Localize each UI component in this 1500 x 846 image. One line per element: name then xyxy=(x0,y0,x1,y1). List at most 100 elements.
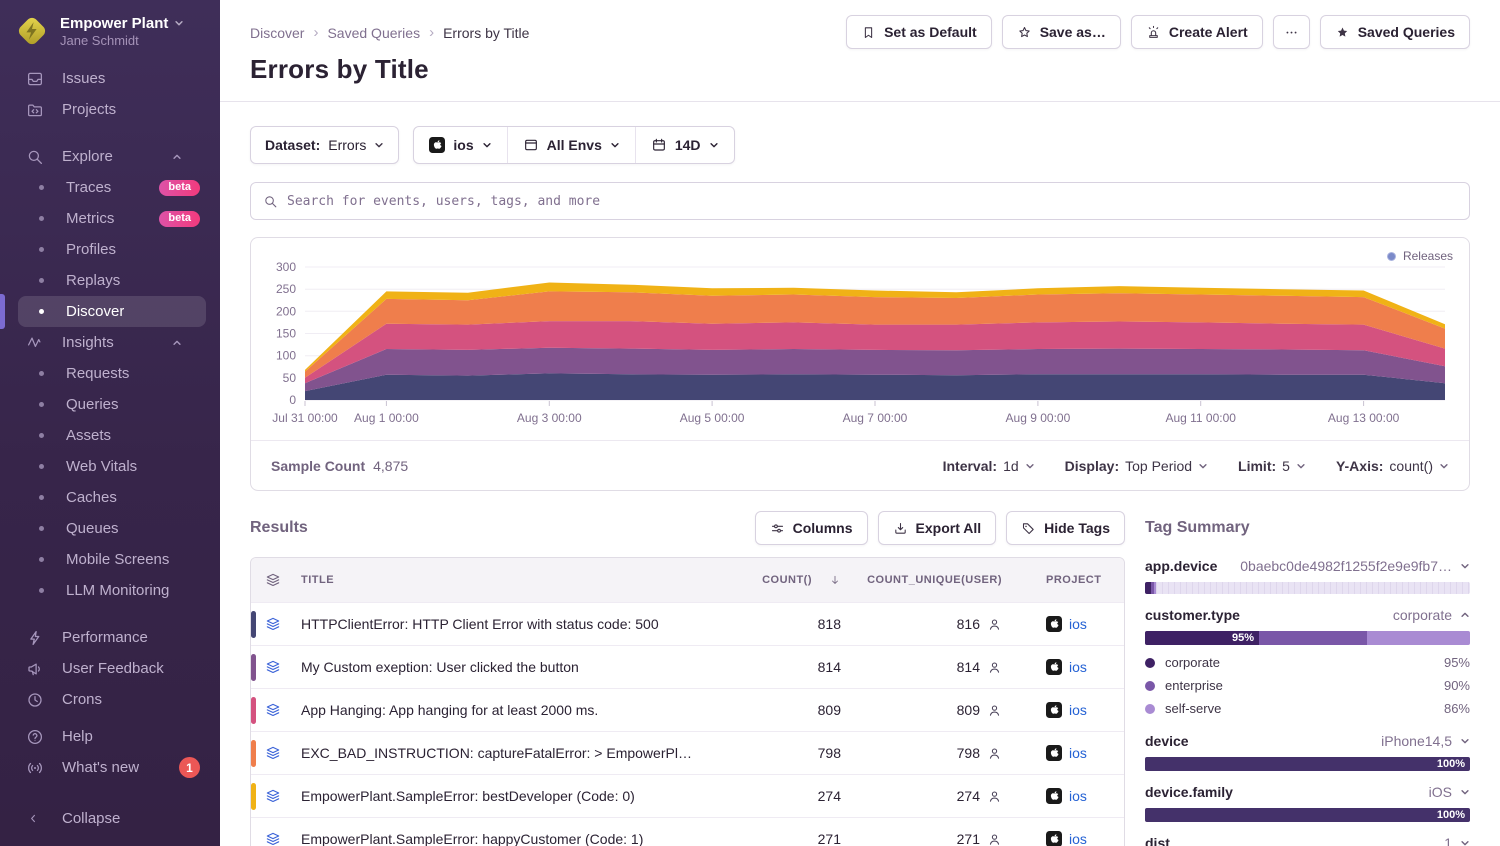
tag-sections: app.device0baebc0de4982f1255f2e9e9fb7… cu… xyxy=(1145,557,1470,846)
row-title[interactable]: EmpowerPlant.SampleError: happyCustomer … xyxy=(295,831,719,846)
tag-section-toggle[interactable]: customer.typecorporate xyxy=(1145,606,1470,624)
row-project-link[interactable]: ios xyxy=(1014,788,1124,804)
more-options-button[interactable] xyxy=(1273,15,1310,49)
column-header-project[interactable]: PROJECT xyxy=(1014,574,1124,586)
tag-section-customer-type: customer.typecorporate 95% corporate95%ent… xyxy=(1145,606,1470,720)
breadcrumb-item[interactable]: Saved Queries xyxy=(327,25,420,41)
chevron-down-icon xyxy=(1296,461,1306,471)
sidebar-item-metrics[interactable]: Metricsbeta xyxy=(18,203,206,234)
row-title[interactable]: EXC_BAD_INSTRUCTION: captureFatalError: … xyxy=(295,745,719,761)
sidebar-item-help[interactable]: Help xyxy=(18,721,206,752)
layers-icon[interactable] xyxy=(265,659,281,675)
save-as-button[interactable]: Save as… xyxy=(1002,15,1121,49)
sidebar-item-replays[interactable]: Replays xyxy=(18,265,206,296)
chevron-down-icon xyxy=(1025,461,1035,471)
tag-distribution-bar[interactable]: 100% xyxy=(1145,757,1470,771)
row-title[interactable]: App Hanging: App hanging for at least 20… xyxy=(295,702,719,718)
stacked-area-chart[interactable]: 050100150200250300Jul 31 00:00Aug 1 00:0… xyxy=(251,244,1469,440)
tag-distribution-bar[interactable]: 100% xyxy=(1145,808,1470,822)
row-count: 271 xyxy=(719,831,849,846)
sidebar-item-assets[interactable]: Assets xyxy=(18,420,206,451)
row-project-link[interactable]: ios xyxy=(1014,659,1124,675)
layers-icon[interactable] xyxy=(265,788,281,804)
sidebar-item-requests[interactable]: Requests xyxy=(18,358,206,389)
interval-select[interactable]: Interval: 1d xyxy=(943,458,1035,474)
sidebar-section-explore[interactable]: Explore xyxy=(18,141,206,172)
sidebar-item-caches[interactable]: Caches xyxy=(18,482,206,513)
sidebar-item-user-feedback[interactable]: User Feedback xyxy=(18,653,206,684)
saved-queries-button[interactable]: Saved Queries xyxy=(1320,15,1470,49)
sidebar-item-mobile-screens[interactable]: Mobile Screens xyxy=(18,544,206,575)
export-all-button[interactable]: Export All xyxy=(878,511,997,545)
sidebar-item-web-vitals[interactable]: Web Vitals xyxy=(18,451,206,482)
layers-icon[interactable] xyxy=(265,831,281,846)
sidebar-item-crons[interactable]: Crons xyxy=(18,684,206,715)
page-title: Errors by Title xyxy=(250,54,1470,85)
sidebar-section-insights[interactable]: Insights xyxy=(18,327,206,358)
display-select[interactable]: Display: Top Period xyxy=(1065,458,1208,474)
layers-icon[interactable] xyxy=(265,616,281,632)
tag-bar-segment: 95% xyxy=(1145,631,1259,645)
set-as-default-button[interactable]: Set as Default xyxy=(846,15,992,49)
user-icon xyxy=(987,617,1002,632)
row-title[interactable]: HTTPClientError: HTTP Client Error with … xyxy=(295,616,719,632)
tag-section-toggle[interactable]: app.device0baebc0de4982f1255f2e9e9fb7… xyxy=(1145,557,1470,575)
sidebar-item-profiles[interactable]: Profiles xyxy=(18,234,206,265)
hide-tags-button[interactable]: Hide Tags xyxy=(1006,511,1125,545)
sidebar: Empower Plant Jane Schmidt IssuesProject… xyxy=(0,0,220,846)
sidebar-item-issues[interactable]: Issues xyxy=(18,63,206,94)
row-project-link[interactable]: ios xyxy=(1014,831,1124,846)
chart-footer: Sample Count 4,875 Interval: 1d Display:… xyxy=(251,440,1469,490)
sidebar-item-projects[interactable]: Projects xyxy=(18,94,206,125)
row-title[interactable]: EmpowerPlant.SampleError: bestDeveloper … xyxy=(295,788,719,804)
sidebar-collapse-button[interactable]: Collapse xyxy=(18,803,206,834)
pulse-icon xyxy=(26,334,44,352)
layers-icon[interactable] xyxy=(265,745,281,761)
sidebar-item-queries[interactable]: Queries xyxy=(18,389,206,420)
sidebar-item-discover[interactable]: Discover xyxy=(18,296,206,327)
releases-legend-toggle[interactable]: Releases xyxy=(1387,249,1453,263)
bullet-dot-icon xyxy=(39,185,44,190)
tag-distribution-bar[interactable]: 95% xyxy=(1145,631,1470,645)
sidebar-item-llm-monitoring[interactable]: LLM Monitoring xyxy=(18,575,206,606)
search-bar xyxy=(250,182,1470,220)
yaxis-select[interactable]: Y-Axis: count() xyxy=(1336,458,1449,474)
tag-section-toggle[interactable]: device.familyiOS xyxy=(1145,783,1470,801)
breadcrumb-item[interactable]: Discover xyxy=(250,25,304,41)
bullet-dot-icon xyxy=(39,464,44,469)
tag-section-toggle[interactable]: deviceiPhone14,5 xyxy=(1145,732,1470,750)
column-header-count[interactable]: COUNT() xyxy=(719,574,849,586)
column-header-count-unique[interactable]: COUNT_UNIQUE(USER) xyxy=(849,574,1014,586)
tag-value-row[interactable]: self-serve86% xyxy=(1145,697,1470,720)
environment-filter[interactable]: All Envs xyxy=(507,127,635,163)
layers-icon[interactable] xyxy=(265,702,281,718)
tag-section-toggle[interactable]: dist1 xyxy=(1145,834,1470,846)
search-input[interactable] xyxy=(287,194,1457,209)
sample-count: Sample Count 4,875 xyxy=(271,458,408,474)
sidebar-item-what-s-new[interactable]: What's new1 xyxy=(18,752,206,783)
row-title[interactable]: My Custom exeption: User clicked the but… xyxy=(295,659,719,675)
row-project-link[interactable]: ios xyxy=(1014,745,1124,761)
area-series-0[interactable] xyxy=(305,373,1445,400)
date-range-filter[interactable]: 14D xyxy=(635,127,734,163)
org-name: Empower Plant xyxy=(60,15,168,32)
sidebar-item-performance[interactable]: Performance xyxy=(18,622,206,653)
sidebar-item-queues[interactable]: Queues xyxy=(18,513,206,544)
project-filter[interactable]: ios xyxy=(414,127,506,163)
row-project-link[interactable]: ios xyxy=(1014,702,1124,718)
tag-section-device-family: device.familyiOS 100% xyxy=(1145,783,1470,822)
columns-button[interactable]: Columns xyxy=(755,511,868,545)
tag-distribution-bar[interactable] xyxy=(1145,582,1470,594)
tag-value-row[interactable]: corporate95% xyxy=(1145,651,1470,674)
tag-summary: Tag Summary app.device0baebc0de4982f1255… xyxy=(1145,511,1470,846)
dataset-select[interactable]: Dataset: Errors xyxy=(250,126,399,164)
star-filled-icon xyxy=(1335,25,1350,40)
column-header-title[interactable]: TITLE xyxy=(295,574,719,586)
create-alert-button[interactable]: Create Alert xyxy=(1131,15,1263,49)
row-project-link[interactable]: ios xyxy=(1014,616,1124,632)
limit-select[interactable]: Limit: 5 xyxy=(1238,458,1306,474)
tag-value-row[interactable]: enterprise90% xyxy=(1145,674,1470,697)
org-switcher[interactable]: Empower Plant Jane Schmidt xyxy=(0,0,220,57)
sidebar-item-traces[interactable]: Tracesbeta xyxy=(18,172,206,203)
tag-icon xyxy=(1021,521,1036,536)
